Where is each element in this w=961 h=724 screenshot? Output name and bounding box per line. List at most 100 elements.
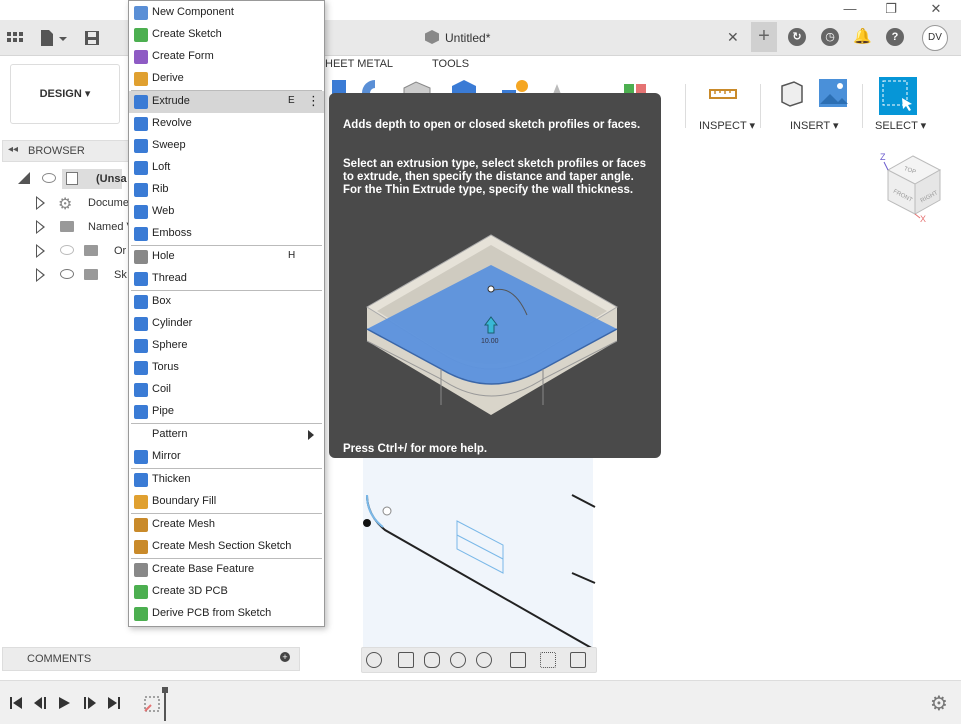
document-tab[interactable]: Untitled* <box>425 30 490 45</box>
collapse-icon[interactable]: ◂◂ <box>8 144 18 155</box>
eye-icon[interactable] <box>60 269 74 279</box>
expand-icon[interactable] <box>36 268 45 282</box>
menu-item-pattern[interactable]: Pattern <box>129 424 324 446</box>
go-to-end-icon[interactable] <box>106 695 122 711</box>
orbit-icon[interactable] <box>366 652 382 668</box>
menu-item-create-sketch[interactable]: Create Sketch <box>129 24 324 46</box>
grid-settings-icon[interactable] <box>540 652 556 668</box>
inspect-menu[interactable]: INSPECT ▾ <box>699 119 755 132</box>
menu-item-thicken[interactable]: Thicken <box>129 469 324 491</box>
file-icon[interactable] <box>38 29 56 47</box>
menu-item-sphere[interactable]: Sphere <box>129 335 324 357</box>
new-tab-button[interactable]: + <box>751 22 777 52</box>
menu-item-web[interactable]: Web <box>129 201 324 223</box>
timeline-settings-gear-icon[interactable]: ⚙ <box>930 691 948 716</box>
menu-item-revolve[interactable]: Revolve <box>129 113 324 135</box>
menu-item-extrude[interactable]: Extrude E ⋮ <box>129 91 324 113</box>
menu-item-create-mesh[interactable]: Create Mesh <box>129 514 324 536</box>
menu-item-create-mesh-section-sketch[interactable]: Create Mesh Section Sketch <box>129 536 324 558</box>
create-base-feature-icon <box>134 563 148 577</box>
menu-item-box[interactable]: Box <box>129 291 324 313</box>
pan-icon[interactable] <box>424 652 440 668</box>
close-tab-icon[interactable]: ✕ <box>727 29 739 46</box>
measure-icon[interactable] <box>708 78 738 108</box>
hidden-eye-icon[interactable] <box>60 245 74 255</box>
menu-item-thread[interactable]: Thread <box>129 268 324 290</box>
menu-item-coil[interactable]: Coil <box>129 379 324 401</box>
chevron-down-icon[interactable] <box>58 29 68 47</box>
menu-item-derive[interactable]: Derive <box>129 68 324 90</box>
folder-icon <box>60 221 74 232</box>
job-status-icon[interactable]: ↻ <box>788 28 806 46</box>
workspace-switcher[interactable]: DESIGN ▾ <box>10 64 120 124</box>
menu-item-create-form[interactable]: Create Form <box>129 46 324 68</box>
cylinder-icon <box>134 317 148 331</box>
bell-icon[interactable]: 🔔 <box>853 28 872 46</box>
restore-button[interactable]: ❐ <box>876 0 906 20</box>
timeline-sketch-feature[interactable] <box>142 685 172 723</box>
menu-item-create-3d-pcb[interactable]: Create 3D PCB <box>129 581 324 603</box>
minimize-button[interactable]: — <box>835 0 865 20</box>
eye-icon[interactable] <box>42 173 56 183</box>
menu-item-cylinder[interactable]: Cylinder <box>129 313 324 335</box>
view-cube[interactable]: Z TOP FRONT RIGHT X <box>880 152 946 222</box>
insert-derive-icon[interactable] <box>776 78 806 108</box>
menu-item-create-base-feature[interactable]: Create Base Feature <box>129 559 324 581</box>
insert-canvas-icon[interactable] <box>818 78 848 108</box>
look-at-icon[interactable] <box>398 652 414 668</box>
play-icon[interactable] <box>56 695 72 711</box>
grid-menu-icon[interactable] <box>6 29 24 47</box>
step-forward-icon[interactable] <box>82 695 98 711</box>
toolbar-separator <box>760 84 761 128</box>
expand-icon[interactable] <box>36 196 45 210</box>
tooltip-title: Adds depth to open or closed sketch prof… <box>343 119 641 131</box>
menu-item-pipe[interactable]: Pipe <box>129 401 324 423</box>
step-back-icon[interactable] <box>32 695 48 711</box>
go-to-start-icon[interactable] <box>8 695 24 711</box>
display-settings-icon[interactable] <box>510 652 526 668</box>
comments-panel[interactable]: COMMENTS + <box>2 647 300 671</box>
select-icon[interactable] <box>878 76 918 116</box>
menu-item-label: Rib <box>152 183 169 195</box>
menu-item-label: Boundary Fill <box>152 495 217 507</box>
close-window-button[interactable]: ✕ <box>921 0 951 20</box>
menu-item-hole[interactable]: Hole H <box>129 246 324 268</box>
zoom-icon[interactable] <box>450 652 466 668</box>
menu-item-torus[interactable]: Torus <box>129 357 324 379</box>
derive-icon <box>134 72 148 86</box>
rib-icon <box>134 183 148 197</box>
create-dropdown-menu: New Component Create Sketch Create Form Der… <box>128 0 325 627</box>
create-form-icon <box>134 50 148 64</box>
expanded-icon[interactable] <box>18 172 30 184</box>
menu-item-label: Pattern <box>152 428 188 440</box>
avatar[interactable]: DV <box>922 25 948 51</box>
expand-icon[interactable] <box>36 220 45 234</box>
tab-sheet-metal[interactable]: HEET METAL <box>325 58 393 70</box>
menu-item-shortcut: H <box>288 250 296 261</box>
clock-icon[interactable]: ◷ <box>821 28 839 46</box>
canvas-geometry[interactable] <box>355 455 605 655</box>
menu-item-emboss[interactable]: Emboss <box>129 223 324 245</box>
menu-item-new-component[interactable]: New Component <box>129 2 324 24</box>
save-icon[interactable] <box>83 29 101 47</box>
more-options-icon[interactable]: ⋮ <box>307 93 320 109</box>
inspect-label: INSPECT <box>699 120 747 132</box>
menu-item-mirror[interactable]: Mirror <box>129 446 324 468</box>
tree-item-label: Or <box>114 245 127 257</box>
fit-icon[interactable] <box>476 652 492 668</box>
menu-item-sweep[interactable]: Sweep <box>129 135 324 157</box>
viewports-icon[interactable] <box>570 652 586 668</box>
menu-item-rib[interactable]: Rib <box>129 179 324 201</box>
menu-item-derive-pcb-from-sketch[interactable]: Derive PCB from Sketch <box>129 603 324 625</box>
menu-item-boundary-fill[interactable]: Boundary Fill <box>129 491 324 513</box>
insert-menu[interactable]: INSERT ▾ <box>790 119 839 132</box>
help-icon[interactable]: ? <box>886 28 904 46</box>
tree-root-label: (Unsa <box>96 173 127 185</box>
select-menu[interactable]: SELECT ▾ <box>875 119 926 132</box>
thread-icon <box>134 272 148 286</box>
tab-tools[interactable]: TOOLS <box>432 58 469 70</box>
expand-icon[interactable] <box>36 244 45 258</box>
add-comment-icon[interactable]: + <box>280 652 290 662</box>
menu-item-label: Create Sketch <box>152 28 222 40</box>
menu-item-loft[interactable]: Loft <box>129 157 324 179</box>
